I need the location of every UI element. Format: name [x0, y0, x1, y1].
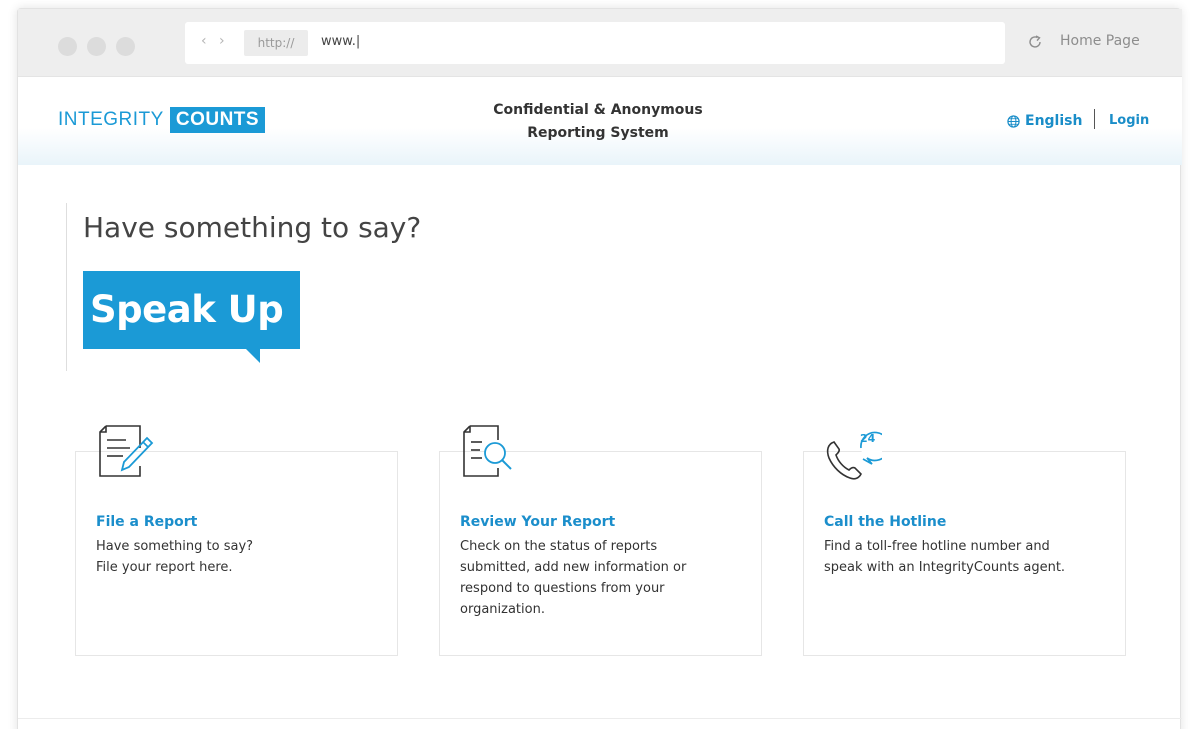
site-tagline: Confidential & Anonymous Reporting Syste… — [478, 99, 718, 145]
home-page-link[interactable]: Home Page — [1060, 33, 1140, 49]
hero-title: Have something to say? — [83, 211, 422, 244]
card-description: Have something to say? File your report … — [96, 539, 254, 575]
logo-text-counts: COUNTS — [169, 107, 266, 133]
language-selector[interactable]: English — [1007, 113, 1082, 129]
tagline-line-1: Confidential & Anonymous — [493, 102, 703, 118]
document-pen-icon — [99, 425, 154, 477]
tagline-line-2: Reporting System — [527, 125, 669, 141]
language-label: English — [1025, 113, 1083, 129]
card-description: Check on the status of reports submitted… — [460, 539, 687, 617]
svg-text:24: 24 — [860, 432, 876, 445]
login-link[interactable]: Login — [1109, 113, 1149, 128]
card-description: Find a toll-free hotline number and spea… — [824, 539, 1066, 575]
speech-bubble-tail — [246, 349, 260, 363]
reload-icon[interactable] — [1026, 33, 1044, 51]
site-header: INTEGRITY COUNTS Confidential & Anonymou… — [18, 77, 1182, 165]
card-title[interactable]: Review Your Report — [460, 514, 615, 530]
document-search-icon — [463, 425, 512, 477]
browser-window: ‹ › http:// www.| Home Page INTEGRITY CO… — [17, 8, 1182, 729]
globe-icon — [1007, 114, 1020, 128]
card-title[interactable]: Call the Hotline — [824, 514, 946, 530]
address-bar[interactable]: ‹ › http:// www.| — [185, 22, 1005, 64]
browser-toolbar: ‹ › http:// www.| Home Page — [18, 9, 1182, 77]
phone-24-icon: 24 — [826, 431, 882, 480]
window-dot-minimize[interactable] — [87, 37, 106, 56]
page-footer-divider — [18, 718, 1182, 719]
window-dot-close[interactable] — [58, 37, 77, 56]
back-forward-icon[interactable]: ‹ › — [201, 33, 229, 49]
hero-divider — [66, 203, 67, 371]
header-divider — [1094, 109, 1095, 129]
call-hotline-card[interactable]: 24 Call the Hotline Find a toll-free hot… — [803, 431, 1126, 656]
file-report-card[interactable]: File a Report Have something to say? Fil… — [75, 425, 398, 656]
integrity-counts-logo[interactable]: INTEGRITY COUNTS — [58, 107, 266, 133]
protocol-label: http:// — [244, 30, 308, 56]
speak-up-badge: Speak Up — [83, 271, 300, 349]
review-report-card[interactable]: Review Your Report Check on the status o… — [439, 425, 762, 656]
logo-text-integrity: INTEGRITY — [58, 109, 164, 130]
url-input[interactable]: www.| — [321, 34, 360, 49]
window-dot-maximize[interactable] — [116, 37, 135, 56]
card-title[interactable]: File a Report — [96, 514, 197, 530]
